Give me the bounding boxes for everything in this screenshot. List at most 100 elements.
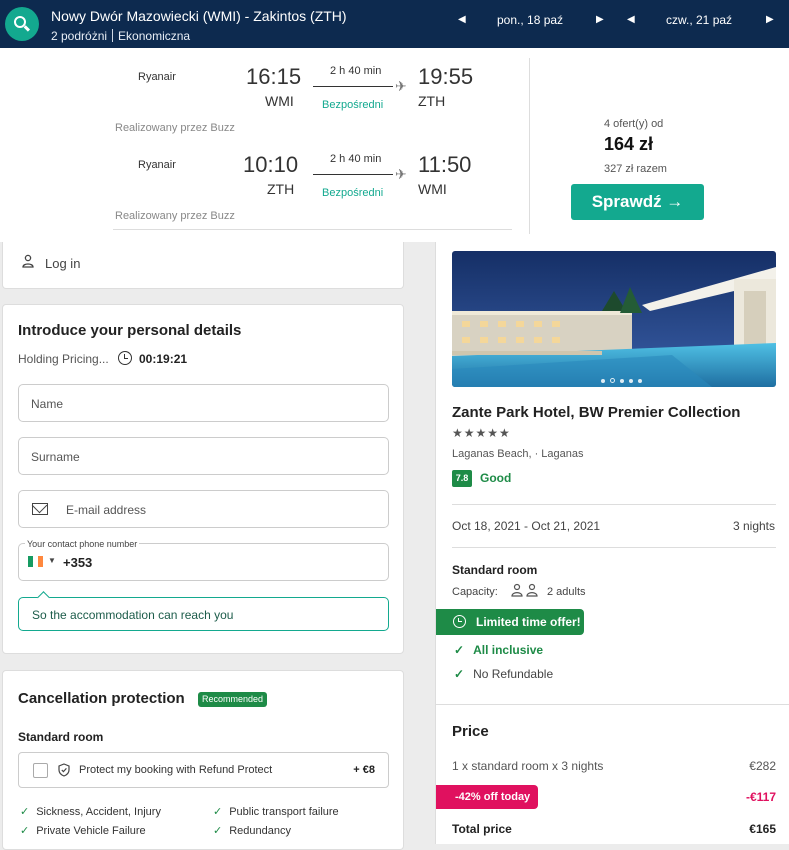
plane-icon: ✈ — [395, 78, 407, 94]
price-line-label: 1 x standard room x 3 nights — [452, 759, 604, 773]
check-icon: ✓ — [454, 643, 465, 657]
flight-total: 327 zł razem — [604, 163, 667, 175]
airline-name: Ryanair — [138, 71, 176, 83]
arrival-time: 19:55 — [418, 64, 474, 89]
ireland-flag-icon[interactable] — [28, 556, 43, 567]
flight-price: 164 zł — [604, 134, 654, 154]
recommended-badge: Recommended — [198, 692, 268, 707]
departure-airport: WMI — [265, 93, 294, 109]
check-icon: ✓ — [20, 806, 30, 818]
surname-placeholder: Surname — [31, 450, 80, 464]
refund-protect-price: + €8 — [353, 764, 375, 776]
limited-offer-banner: Limited time offer! — [436, 609, 584, 635]
check-icon: ✓ — [20, 825, 30, 837]
login-panel: Log in — [2, 242, 404, 289]
envelope-icon — [32, 503, 48, 515]
section-title: Cancellation protection — [18, 690, 185, 707]
shield-icon — [58, 763, 70, 777]
price-breakdown: Price 1 x standard room x 3 nights €282 … — [436, 704, 789, 844]
prev-depart-date-arrow-icon[interactable]: ◀ — [458, 14, 466, 25]
discount-amount: -€117 — [745, 790, 776, 804]
cancellation-protection-panel: Cancellation protection Recommended Stan… — [2, 670, 404, 850]
arrival-time: 11:50 — [418, 152, 472, 177]
phone-prefix: +353 — [63, 555, 93, 570]
divider — [452, 547, 776, 548]
name-placeholder: Name — [31, 397, 64, 411]
phone-hint-text: So the accommodation can reach you — [32, 608, 234, 622]
capacity-label: Capacity: — [452, 586, 498, 598]
check-offer-button[interactable]: Sprawdź → — [571, 184, 704, 220]
return-date[interactable]: czw., 21 paź — [666, 13, 732, 27]
limited-offer-text: Limited time offer! — [476, 615, 581, 629]
holding-pricing-label: Holding Pricing... — [18, 352, 109, 366]
operated-by: Realizowany przez Buzz — [115, 122, 235, 134]
email-field[interactable]: E-mail address — [18, 490, 389, 528]
departure-airport: ZTH — [267, 181, 295, 197]
stay-nights: 3 nights — [732, 519, 775, 533]
email-placeholder: E-mail address — [66, 503, 147, 517]
check-icon: ✓ — [213, 806, 223, 818]
plane-icon: ✈ — [395, 166, 407, 182]
arrival-airport: ZTH — [418, 93, 446, 109]
discount-badge: -42% off today — [436, 785, 538, 809]
feature-item: ✓ Sickness, Accident, Injury — [20, 806, 161, 818]
offers-count: 4 ofert(y) od — [604, 118, 664, 130]
refund-protect-option[interactable]: Protect my booking with Refund Protect +… — [18, 752, 389, 788]
total-price-label: Total price — [452, 822, 512, 836]
phone-label: Your contact phone number — [25, 539, 140, 549]
login-link[interactable]: Log in — [45, 256, 80, 271]
departure-time: 16:15 — [246, 64, 302, 89]
feature-item: ✓ Public transport failure — [213, 806, 339, 818]
airline-name: Ryanair — [138, 159, 176, 171]
check-icon: ✓ — [454, 667, 465, 681]
room-label: Standard room — [18, 730, 104, 744]
prev-return-date-arrow-icon[interactable]: ◀ — [627, 14, 635, 25]
phone-hint-tooltip: So the accommodation can reach you — [18, 591, 389, 631]
flight-stops: Bezpośredni — [322, 187, 384, 199]
depart-date[interactable]: pon., 18 paź — [497, 13, 563, 27]
arrival-airport: WMI — [418, 181, 447, 197]
check-icon: ✓ — [213, 825, 223, 837]
flight-duration: 2 h 40 min — [330, 65, 382, 77]
room-title: Standard room — [452, 563, 538, 577]
name-field[interactable]: Name — [18, 384, 389, 422]
hotel-photo[interactable] — [452, 251, 776, 387]
price-title: Price — [452, 723, 489, 740]
feature-item: ✓ Private Vehicle Failure — [20, 825, 146, 837]
next-depart-date-arrow-icon[interactable]: ▶ — [596, 14, 604, 25]
price-line-amount: €282 — [749, 759, 776, 773]
total-price-amount: €165 — [749, 822, 776, 836]
hotel-name[interactable]: Zante Park Hotel, BW Premier Collection — [452, 404, 740, 421]
feature-item: ✓ Redundancy — [213, 825, 291, 837]
phone-field[interactable]: Your contact phone number ▼ +353 — [18, 539, 389, 581]
country-dropdown-caret-icon[interactable]: ▼ — [48, 556, 56, 565]
hotel-summary: Zante Park Hotel, BW Premier Collection … — [435, 242, 789, 844]
divider — [529, 58, 530, 234]
stay-dates: Oct 18, 2021 - Oct 21, 2021 — [452, 519, 601, 533]
refund-protect-checkbox[interactable] — [33, 763, 48, 778]
section-title: Introduce your personal details — [18, 322, 242, 339]
travellers-count: 2 podróżni — [51, 29, 108, 43]
divider — [452, 504, 776, 505]
departure-time: 10:10 — [243, 152, 299, 177]
surname-field[interactable]: Surname — [18, 437, 389, 475]
holding-timer: 00:19:21 — [139, 352, 188, 366]
flight-stops: Bezpośredni — [322, 99, 384, 111]
inclusion-item: ✓ No Refundable — [454, 667, 554, 681]
cabin-class: Ekonomiczna — [118, 29, 191, 43]
review-score-badge: 7.8 — [452, 470, 472, 487]
search-icon[interactable] — [5, 7, 39, 41]
photo-carousel-dots[interactable] — [601, 370, 647, 387]
inclusion-item: ✓ All inclusive — [454, 643, 544, 657]
route-title[interactable]: Nowy Dwór Mazowiecki (WMI) - Zakintos (Z… — [51, 8, 347, 24]
next-return-date-arrow-icon[interactable]: ▶ — [766, 14, 774, 25]
people-icon — [511, 583, 538, 597]
search-summary[interactable]: 2 podróżni Ekonomiczna — [51, 29, 190, 43]
search-header: Nowy Dwór Mazowiecki (WMI) - Zakintos (Z… — [0, 0, 789, 48]
flight-line — [313, 86, 393, 87]
flight-line — [313, 174, 393, 175]
divider — [113, 229, 512, 230]
refund-protect-label: Protect my booking with Refund Protect — [79, 764, 273, 776]
personal-details-form: Introduce your personal details Holding … — [2, 304, 404, 654]
clock-icon — [453, 615, 466, 628]
